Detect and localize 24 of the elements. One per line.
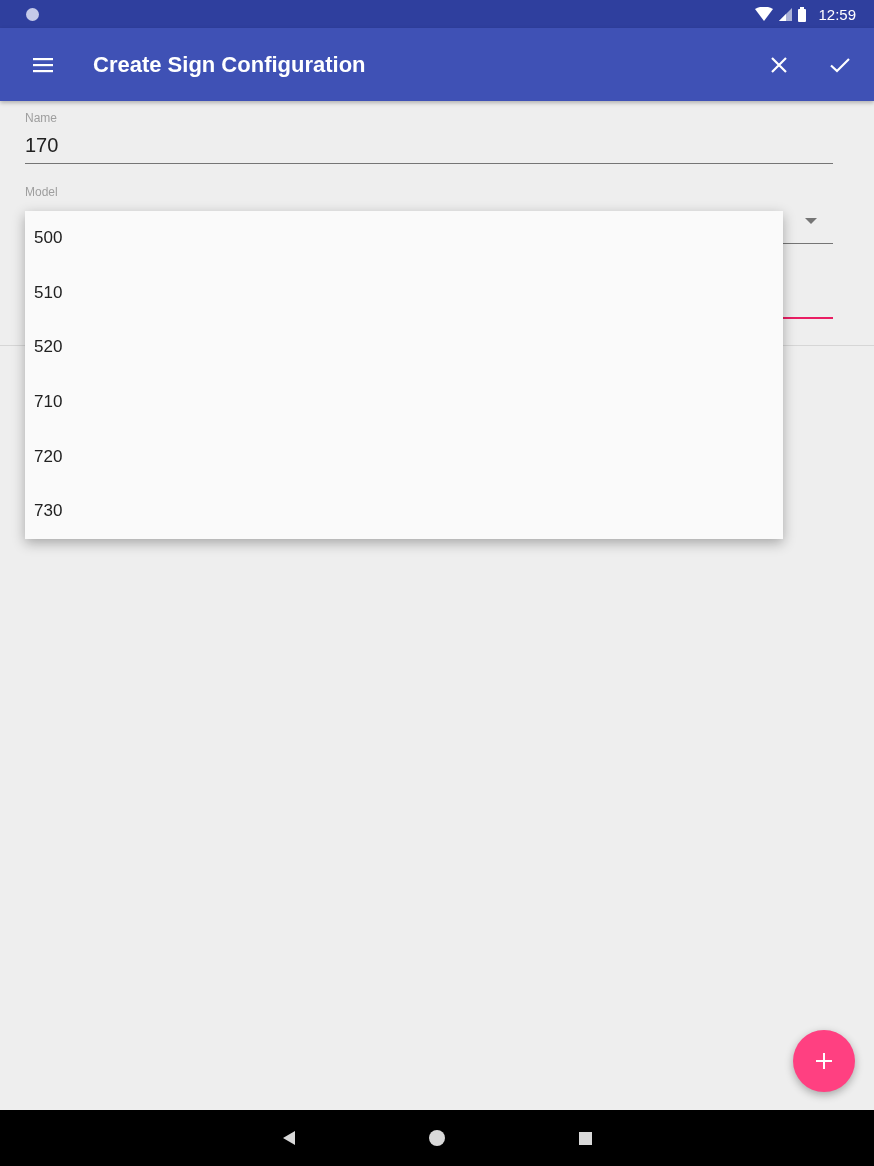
dropdown-option[interactable]: 720 [25, 429, 783, 484]
status-time: 12:59 [818, 5, 856, 23]
home-icon[interactable] [428, 1130, 445, 1146]
signal-icon [779, 7, 793, 21]
menu-icon[interactable] [33, 56, 53, 73]
screen-title: Create Sign Configuration [93, 51, 367, 78]
caret-icon [805, 218, 817, 224]
back-icon[interactable] [282, 1131, 295, 1145]
dropdown-option[interactable]: 710 [25, 374, 783, 430]
dropdown-option[interactable]: 520 [25, 320, 783, 375]
name-label: Name [25, 111, 58, 125]
model-label: Model [25, 185, 59, 199]
wifi-icon [755, 7, 774, 21]
add-button[interactable] [793, 1030, 855, 1092]
dropdown-option[interactable]: 510 [25, 265, 783, 321]
check-icon[interactable] [830, 56, 850, 73]
battery-icon [798, 6, 807, 22]
dropdown-option[interactable]: 730 [25, 483, 783, 539]
recents-icon[interactable] [578, 1131, 592, 1145]
plus-icon [816, 1053, 832, 1069]
name-field[interactable]: 170 [25, 125, 833, 164]
notification-icon [26, 7, 39, 21]
close-icon[interactable] [771, 56, 787, 73]
dropdown-option[interactable]: 500 [25, 211, 783, 266]
